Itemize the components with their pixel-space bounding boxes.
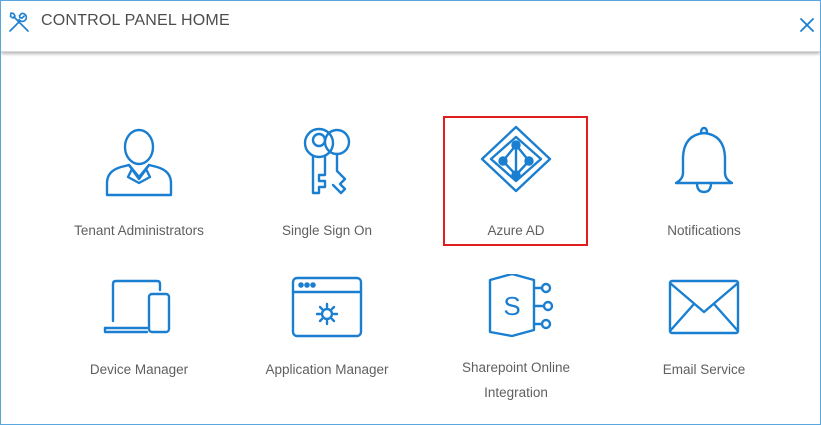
devices-icon <box>103 279 171 334</box>
tile-label: Sharepoint Online Integration <box>461 360 571 400</box>
tile-sharepoint-online-integration[interactable]: S Sharepoint Online Integration <box>442 274 590 405</box>
tile-label: Azure AD <box>487 223 545 238</box>
azure-ad-icon <box>480 125 552 193</box>
keys-icon <box>303 127 351 195</box>
tile-tenant-administrators[interactable]: Tenant Administrators <box>65 125 213 243</box>
envelope-icon <box>668 279 740 335</box>
bell-icon <box>674 126 734 194</box>
svg-text:S: S <box>503 291 520 321</box>
tile-label: Single Sign On <box>281 223 373 238</box>
app-window-gear-icon <box>291 276 363 338</box>
tile-email-service[interactable]: Email Service <box>630 276 778 382</box>
tile-single-sign-on[interactable]: Single Sign On <box>253 125 401 243</box>
control-panel-window: CONTROL PANEL HOME Tenant Administrators… <box>0 0 821 425</box>
user-admin-icon <box>105 128 173 197</box>
tile-device-manager[interactable]: Device Manager <box>65 276 213 382</box>
tile-label: Device Manager <box>89 362 189 377</box>
tile-azure-ad[interactable]: Azure AD <box>442 125 590 243</box>
tile-label: Email Service <box>662 362 746 377</box>
close-icon[interactable] <box>798 16 816 34</box>
tools-icon <box>9 12 29 32</box>
header-bar: CONTROL PANEL HOME <box>1 1 820 52</box>
tile-label: Application Manager <box>265 362 389 377</box>
tile-label: Notifications <box>667 223 741 238</box>
page-title: CONTROL PANEL HOME <box>41 12 230 29</box>
tile-label: Tenant Administrators <box>74 223 204 238</box>
tile-application-manager[interactable]: Application Manager <box>253 276 401 382</box>
sharepoint-icon: S <box>488 274 554 338</box>
tile-notifications[interactable]: Notifications <box>630 125 778 243</box>
